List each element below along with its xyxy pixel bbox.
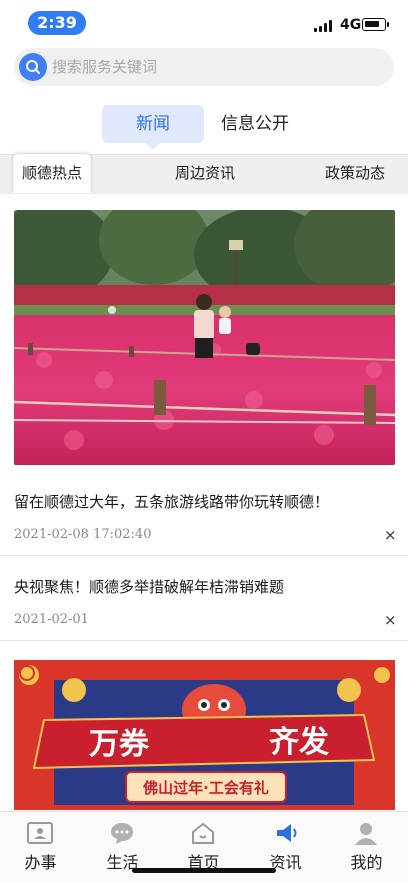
nav-label: 办事 <box>24 853 57 872</box>
news-title[interactable]: 留在顺德过大年，五条旅游线路带你玩转顺德！ <box>14 491 329 512</box>
banner-subtitle: 佛山过年·工会有礼 <box>142 779 269 797</box>
news-date: 2021-02-01 <box>14 612 89 627</box>
battery-icon <box>362 18 386 31</box>
divider <box>0 555 408 556</box>
status-time: 2:39 <box>28 11 86 35</box>
sub-tab-bar: 顺德热点 周边资讯 政策动态 <box>0 153 408 195</box>
search-icon[interactable] <box>19 53 47 81</box>
news-date: 2021-02-08 17:02:40 <box>14 527 152 542</box>
chat-bubble-icon <box>111 823 133 844</box>
close-icon[interactable]: × <box>384 611 397 629</box>
search-input[interactable] <box>52 48 382 86</box>
person-icon <box>355 823 377 845</box>
battery-cap <box>387 22 389 27</box>
megaphone-icon <box>277 824 297 842</box>
banner-text-right: 齐发 <box>269 725 329 760</box>
id-card-icon <box>27 822 53 844</box>
subtab-nearby-news[interactable]: 周边资讯 <box>160 155 250 195</box>
subtab-shunde-hot[interactable]: 顺德热点 <box>12 153 92 193</box>
banner-text-left: 万券 <box>89 727 150 762</box>
tab-news[interactable]: 新闻 <box>102 105 204 150</box>
subtab-policy-updates[interactable]: 政策动态 <box>310 155 400 195</box>
news-title[interactable]: 央视聚焦！顺德多举措破解年桔滞销难题 <box>14 576 284 597</box>
home-icon <box>192 822 214 844</box>
nav-label: 我的 <box>350 853 383 872</box>
divider <box>0 640 408 641</box>
nav-item-services[interactable]: 办事 <box>0 812 81 883</box>
close-icon[interactable]: × <box>384 526 397 544</box>
home-indicator <box>132 868 276 873</box>
news-image-flower-field[interactable] <box>14 210 395 465</box>
signal-icon <box>314 20 334 32</box>
network-type: 4G <box>340 17 362 33</box>
status-bar: 2:39 4G <box>0 0 408 48</box>
nav-item-me[interactable]: 我的 <box>326 812 407 883</box>
tab-info-disclosure[interactable]: 信息公开 <box>212 105 298 143</box>
search-bar[interactable] <box>14 48 394 86</box>
news-image-union-banner[interactable]: 万券 齐发 佛山过年·工会有礼 <box>14 660 395 810</box>
